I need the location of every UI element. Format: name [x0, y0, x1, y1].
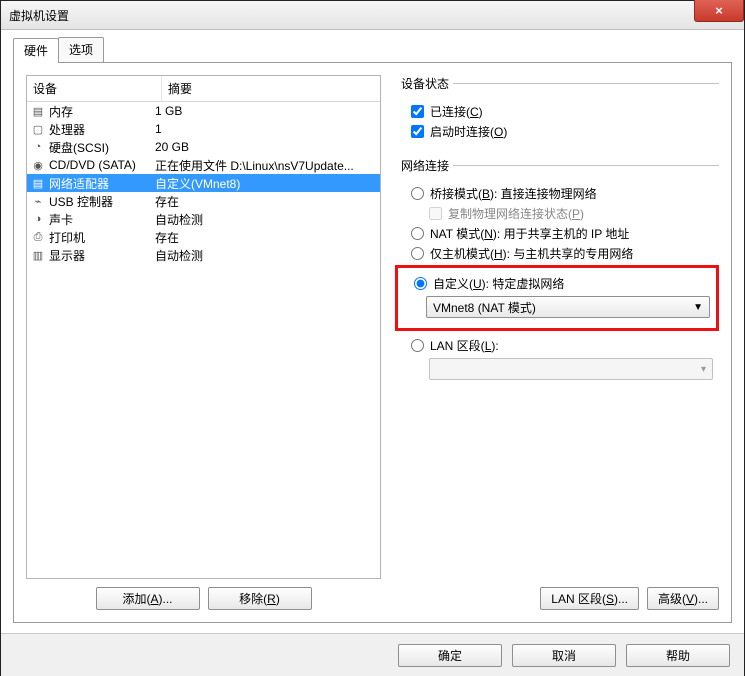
- device-icon: ⌁: [31, 194, 45, 208]
- add-button[interactable]: 添加(A)...: [96, 587, 200, 610]
- device-summary: 正在使用文件 D:\Linux\nsV7Update...: [149, 157, 380, 174]
- device-name: 硬盘(SCSI): [49, 139, 109, 156]
- radio-nat[interactable]: [411, 227, 424, 240]
- device-name: 显示器: [49, 247, 85, 264]
- device-summary: 自动检测: [149, 247, 380, 264]
- tab-hardware[interactable]: 硬件: [13, 38, 59, 63]
- device-row[interactable]: ▤ 网络适配器 自定义(VMnet8): [27, 174, 380, 192]
- network-connection-group: 网络连接 桥接模式(B): 直接连接物理网络 复制物理网络连接状态(P) NAT…: [401, 157, 719, 382]
- tab-panel-hardware: 设备 摘要 ▤ 内存 1 GB ▢ 处理器 1 ◔ 硬盘(SCSI) 20 GB ◉ CD/DVD …: [13, 62, 732, 623]
- device-row[interactable]: ▥ 显示器 自动检测: [27, 246, 380, 264]
- replicate-checkbox-row: 复制物理网络连接状态(P): [429, 205, 719, 222]
- window-title: 虚拟机设置: [9, 7, 69, 24]
- col-header-summary[interactable]: 摘要: [162, 76, 380, 101]
- device-status-group: 设备状态 已连接(C) 启动时连接(O): [401, 75, 719, 143]
- vm-settings-window: 虚拟机设置 × 硬件 选项 设备 摘要 ▤ 内存 1 GB ▢ 处理器 1 ◔ 硬盘(SCSI…: [0, 0, 745, 676]
- custom-network-combo[interactable]: VMnet8 (NAT 模式) ▼: [426, 296, 710, 318]
- radio-hostonly-row[interactable]: 仅主机模式(H): 与主机共享的专用网络: [411, 245, 719, 262]
- advanced-button[interactable]: 高级(V)...: [647, 587, 719, 610]
- device-name: 打印机: [49, 229, 85, 246]
- device-status-legend: 设备状态: [401, 75, 453, 92]
- custom-highlight-box: 自定义(U): 特定虚拟网络 VMnet8 (NAT 模式) ▼: [395, 265, 719, 331]
- device-summary: 存在: [149, 193, 380, 210]
- device-row[interactable]: ▢ 处理器 1: [27, 120, 380, 138]
- list-header: 设备 摘要: [27, 76, 380, 102]
- connected-checkbox[interactable]: [411, 105, 424, 118]
- device-row[interactable]: ⌁ USB 控制器 存在: [27, 192, 380, 210]
- ok-button[interactable]: 确定: [398, 644, 502, 667]
- device-row[interactable]: ⎙ 打印机 存在: [27, 228, 380, 246]
- radio-lan[interactable]: [411, 339, 424, 352]
- device-summary: 1: [149, 122, 380, 136]
- device-name: 声卡: [49, 211, 73, 228]
- chevron-down-icon: ▼: [693, 302, 703, 313]
- radio-hostonly[interactable]: [411, 247, 424, 260]
- device-list[interactable]: 设备 摘要 ▤ 内存 1 GB ▢ 处理器 1 ◔ 硬盘(SCSI) 20 GB ◉ CD/DVD …: [26, 75, 381, 579]
- remove-button[interactable]: 移除(R): [208, 587, 312, 610]
- lan-segment-combo: ▾: [429, 358, 713, 380]
- device-icon: ▥: [31, 248, 45, 262]
- device-summary: 20 GB: [149, 140, 380, 154]
- help-button[interactable]: 帮助: [626, 644, 730, 667]
- replicate-checkbox: [429, 207, 442, 220]
- device-name: 处理器: [49, 121, 85, 138]
- col-header-device[interactable]: 设备: [27, 76, 162, 101]
- radio-bridged-row[interactable]: 桥接模式(B): 直接连接物理网络: [411, 185, 719, 202]
- close-button[interactable]: ×: [694, 0, 744, 22]
- device-icon: ◉: [31, 158, 45, 172]
- device-summary: 自动检测: [149, 211, 380, 228]
- device-row[interactable]: ◔ 硬盘(SCSI) 20 GB: [27, 138, 380, 156]
- radio-custom-row[interactable]: 自定义(U): 特定虚拟网络: [414, 275, 710, 292]
- tab-options[interactable]: 选项: [58, 37, 104, 62]
- tab-bar: 硬件 选项: [13, 40, 732, 62]
- close-icon: ×: [715, 3, 723, 18]
- device-row[interactable]: ◉ CD/DVD (SATA) 正在使用文件 D:\Linux\nsV7Update…: [27, 156, 380, 174]
- device-summary: 自定义(VMnet8): [149, 175, 380, 192]
- device-icon: ▤: [31, 104, 45, 118]
- device-icon: ◑: [31, 212, 45, 226]
- radio-custom[interactable]: [414, 277, 427, 290]
- radio-bridged[interactable]: [411, 187, 424, 200]
- device-summary: 存在: [149, 229, 380, 246]
- connected-checkbox-row[interactable]: 已连接(C): [411, 103, 719, 120]
- custom-network-value: VMnet8 (NAT 模式): [433, 299, 536, 316]
- radio-nat-row[interactable]: NAT 模式(N): 用于共享主机的 IP 地址: [411, 225, 719, 242]
- connect-at-power-checkbox-row[interactable]: 启动时连接(O): [411, 123, 719, 140]
- device-icon: ⎙: [31, 230, 45, 244]
- device-icon: ▢: [31, 122, 45, 136]
- device-summary: 1 GB: [149, 104, 380, 118]
- device-icon: ◔: [31, 140, 45, 154]
- device-name: 网络适配器: [49, 175, 109, 192]
- device-name: CD/DVD (SATA): [49, 158, 136, 172]
- cancel-button[interactable]: 取消: [512, 644, 616, 667]
- lan-segments-button[interactable]: LAN 区段(S)...: [540, 587, 639, 610]
- radio-lan-row[interactable]: LAN 区段(L):: [411, 337, 719, 354]
- titlebar[interactable]: 虚拟机设置 ×: [1, 1, 744, 30]
- device-icon: ▤: [31, 176, 45, 190]
- dialog-footer: 确定 取消 帮助: [1, 633, 744, 676]
- device-name: 内存: [49, 103, 73, 120]
- device-name: USB 控制器: [49, 193, 113, 210]
- connect-at-power-checkbox[interactable]: [411, 125, 424, 138]
- network-connection-legend: 网络连接: [401, 157, 453, 174]
- device-row[interactable]: ◑ 声卡 自动检测: [27, 210, 380, 228]
- device-row[interactable]: ▤ 内存 1 GB: [27, 102, 380, 120]
- chevron-down-icon: ▾: [701, 364, 706, 375]
